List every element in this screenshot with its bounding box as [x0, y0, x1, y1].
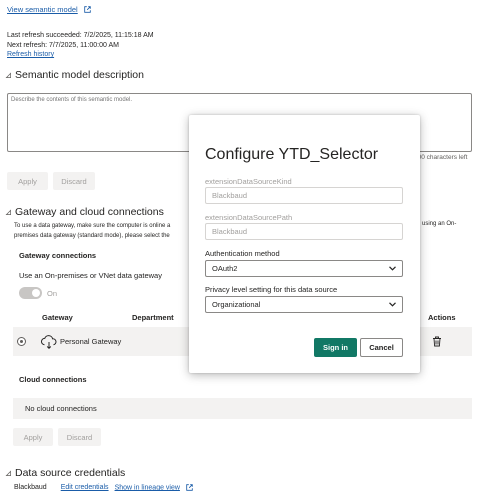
kind-field: Blackbaud [205, 187, 403, 204]
gateway-connections-title: Gateway connections [19, 251, 97, 260]
description-apply-button[interactable]: Apply [7, 172, 48, 190]
description-heading[interactable]: Semantic model description [5, 69, 144, 81]
gateway-apply-button[interactable]: Apply [13, 428, 53, 446]
auth-method-label: Authentication method [205, 249, 280, 258]
last-refresh-text: Last refresh succeeded: 7/2/2025, 11:15:… [7, 32, 154, 39]
gateway-toggle-label: Use an On-premises or VNet data gateway [19, 271, 162, 280]
chevron-down-icon [389, 302, 396, 307]
dialog-title: Configure YTD_Selector [205, 146, 379, 163]
gateway-name: Personal Gateway [60, 337, 122, 346]
configure-dialog: Configure YTD_Selector extensionDataSour… [189, 115, 420, 373]
gateway-intro: To use a data gateway, make sure the com… [14, 223, 171, 239]
chevron-down-icon [389, 266, 396, 271]
external-link-icon [84, 6, 91, 14]
gateway-discard-button[interactable]: Discard [58, 428, 101, 446]
chars-left-text: 500 characters left [414, 154, 468, 161]
credentials-source: Blackbaud [14, 484, 47, 492]
sign-in-button[interactable]: Sign in [314, 338, 357, 357]
collapse-triangle-icon [5, 72, 11, 78]
delete-icon[interactable] [432, 336, 442, 347]
gateway-heading[interactable]: Gateway and cloud connections [5, 206, 164, 218]
col-department-header: Department [132, 313, 174, 322]
next-refresh-text: Next refresh: 7/7/2025, 11:00:00 AM [7, 41, 119, 49]
privacy-level-select[interactable]: Organizational [205, 296, 403, 313]
edit-credentials-link[interactable]: Edit credentials [61, 484, 109, 491]
col-actions-header: Actions [428, 313, 456, 322]
cancel-button[interactable]: Cancel [360, 338, 403, 357]
lineage-view-link[interactable]: Show in lineage view [115, 484, 180, 491]
collapse-triangle-icon [5, 470, 11, 476]
cloud-gateway-icon [41, 335, 57, 350]
view-semantic-model-link[interactable]: View semantic model [7, 5, 91, 14]
collapse-triangle-icon [5, 209, 11, 215]
gateway-radio[interactable] [17, 337, 26, 346]
description-discard-button[interactable]: Discard [53, 172, 95, 190]
credentials-row: Blackbaud Edit credentials Show in linea… [14, 484, 193, 491]
kind-label: extensionDataSourceKind [205, 177, 292, 186]
no-cloud-connections: No cloud connections [13, 398, 472, 419]
refresh-info: Last refresh succeeded: 7/2/2025, 11:15:… [7, 31, 154, 60]
toggle-knob [32, 289, 40, 297]
toggle-state-text: On [47, 289, 58, 298]
credentials-heading[interactable]: Data source credentials [5, 467, 125, 479]
auth-method-select[interactable]: OAuth2 [205, 260, 403, 277]
refresh-history-link[interactable]: Refresh history [7, 51, 54, 58]
privacy-label: Privacy level setting for this data sour… [205, 285, 338, 294]
gateway-toggle[interactable] [19, 287, 42, 299]
path-label: extensionDataSourcePath [205, 213, 293, 222]
path-field: Blackbaud [205, 223, 403, 240]
external-link-icon [186, 484, 193, 491]
gateway-intro-right: using an On- [422, 221, 457, 227]
col-gateway-header: Gateway [42, 313, 73, 322]
cloud-connections-title: Cloud connections [19, 375, 87, 384]
